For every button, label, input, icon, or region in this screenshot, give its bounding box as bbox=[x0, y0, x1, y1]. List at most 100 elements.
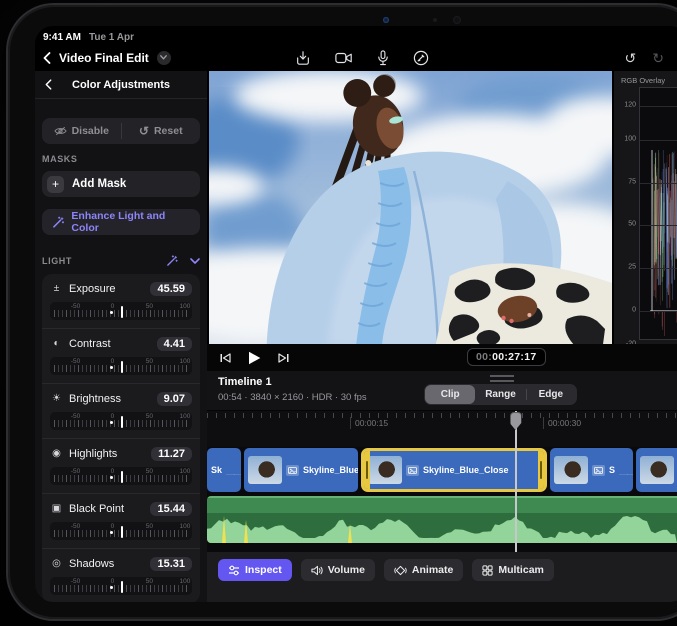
speaker-icon bbox=[311, 565, 323, 576]
audio-clip[interactable] bbox=[207, 496, 677, 543]
adjustment-icon: ◐ bbox=[50, 338, 63, 349]
scope-axis-value: 100 bbox=[624, 136, 636, 143]
adjustment-name: Shadows bbox=[69, 558, 114, 570]
timeline-clip[interactable]: Sk ＿＿ bbox=[207, 448, 241, 492]
rgb-overlay-scope: RGB Overlay 1201007550250-20 bbox=[612, 71, 677, 344]
slider-scale-label: 0 bbox=[111, 468, 115, 475]
slider-scale-label: 100 bbox=[179, 303, 190, 310]
image-icon bbox=[406, 465, 419, 476]
adjustment-slider[interactable]: -50050100 bbox=[50, 467, 192, 485]
panel-back-chevron-icon[interactable] bbox=[45, 79, 52, 90]
adjustment-value[interactable]: 45.59 bbox=[150, 282, 192, 296]
mode-edge[interactable]: Edge bbox=[526, 385, 576, 404]
adjustment-icon: ☀ bbox=[50, 393, 63, 404]
adjustment-slider[interactable]: -50050100 bbox=[50, 412, 192, 430]
volume-button[interactable]: Volume bbox=[301, 559, 375, 581]
slider-scale-label: 100 bbox=[179, 358, 190, 365]
project-menu-button[interactable] bbox=[157, 51, 171, 65]
trim-handle-left[interactable] bbox=[364, 451, 370, 489]
slider-scale-label: 100 bbox=[179, 578, 190, 585]
timeline-meta: 00:54 · 3840 × 2160 · HDR · 30 fps bbox=[218, 392, 367, 403]
timeline-clip[interactable] bbox=[636, 448, 677, 492]
trim-handle-right[interactable] bbox=[538, 451, 544, 489]
slider-scale-label: 50 bbox=[146, 358, 153, 365]
pencil-tool-icon[interactable] bbox=[413, 50, 429, 66]
mode-clip[interactable]: Clip bbox=[425, 385, 475, 404]
adjustment-slider[interactable]: -50050100 bbox=[50, 522, 192, 540]
timeline-clip[interactable]: Skyline_Blue_Wide bbox=[244, 448, 358, 492]
clip-thumbnail bbox=[248, 456, 282, 484]
slider-marker bbox=[121, 416, 123, 428]
import-icon[interactable] bbox=[295, 50, 311, 66]
slider-scale-label: 100 bbox=[179, 523, 190, 530]
redo-icon[interactable]: ↻ bbox=[652, 51, 664, 65]
front-camera bbox=[383, 17, 389, 23]
scope-gridline bbox=[640, 106, 677, 107]
timeline-toolbar: Inspect Volume Animate bbox=[207, 552, 677, 602]
undo-icon[interactable]: ↺ bbox=[625, 51, 637, 65]
adjustment-name: Black Point bbox=[69, 503, 124, 515]
adjustment-value[interactable]: 11.27 bbox=[151, 447, 192, 461]
collapse-chevron-icon[interactable] bbox=[190, 258, 200, 264]
timeline-header: Timeline 1 00:54 · 3840 × 2160 · HDR · 3… bbox=[207, 371, 677, 411]
adjustment-slider[interactable]: -50050100 bbox=[50, 302, 192, 320]
multicam-label: Multicam bbox=[498, 564, 544, 576]
slider-scale-label: 0 bbox=[111, 413, 115, 420]
timeline-resize-handle[interactable] bbox=[490, 375, 514, 382]
slider-scale-label: -50 bbox=[71, 413, 80, 420]
adjustment-value[interactable]: 4.41 bbox=[157, 337, 192, 351]
clip-thumbnail bbox=[554, 456, 588, 484]
panel-title: Color Adjustments bbox=[35, 79, 207, 91]
light-section-label: LIGHT bbox=[42, 256, 72, 266]
adjustment-slider-row: ☀ Brightness 9.07 -50050100 bbox=[42, 383, 200, 438]
scope-axis-value: 75 bbox=[628, 178, 636, 185]
timeline-clip[interactable]: S ＿＿ bbox=[550, 448, 633, 492]
timecode-value: 00:27:17 bbox=[492, 351, 536, 363]
slider-scale-label: 100 bbox=[179, 468, 190, 475]
audio-track bbox=[207, 494, 677, 552]
timeline-ruler[interactable]: 00:00:1500:00:30 bbox=[207, 411, 677, 447]
slider-scale-label: 50 bbox=[146, 413, 153, 420]
adjustment-value[interactable]: 15.31 bbox=[150, 557, 192, 571]
video-preview[interactable] bbox=[207, 71, 612, 344]
adjustment-value[interactable]: 15.44 bbox=[150, 502, 192, 516]
clip-label-truncated: ＿＿ bbox=[226, 464, 241, 477]
screen: 9:41 AM Tue 1 Apr Video Final Edit bbox=[35, 26, 677, 602]
reset-button[interactable]: ↺ Reset bbox=[122, 118, 201, 144]
adjustment-value[interactable]: 9.07 bbox=[157, 392, 192, 406]
microphone-icon[interactable] bbox=[377, 50, 389, 66]
auto-enhance-icon[interactable] bbox=[166, 255, 178, 267]
clip-label: Sk bbox=[211, 465, 222, 475]
light-sliders-card: ± Exposure 45.59 -50050100 ◐ Contrast 4.… bbox=[42, 274, 200, 602]
slider-scale-label: 50 bbox=[146, 303, 153, 310]
slider-origin-dot bbox=[110, 476, 113, 479]
multicam-button[interactable]: Multicam bbox=[472, 559, 554, 581]
mode-range[interactable]: Range bbox=[475, 385, 525, 404]
disable-button[interactable]: Disable bbox=[42, 118, 121, 144]
reset-icon: ↺ bbox=[139, 125, 149, 137]
adjustment-slider[interactable]: -50050100 bbox=[50, 357, 192, 375]
skip-forward-button[interactable] bbox=[278, 353, 289, 363]
enhance-light-color-button[interactable]: Enhance Light and Color bbox=[42, 209, 200, 235]
ruler-timecode-label: 00:00:15 bbox=[350, 417, 388, 429]
play-button[interactable] bbox=[248, 351, 261, 365]
clock: 9:41 AM bbox=[43, 32, 81, 43]
animate-label: Animate bbox=[412, 564, 453, 576]
preview-frame-art bbox=[209, 71, 612, 344]
animate-button[interactable]: Animate bbox=[384, 559, 463, 581]
slider-origin-dot bbox=[110, 531, 113, 534]
add-mask-button[interactable]: + Add Mask bbox=[42, 171, 200, 197]
adjustment-slider[interactable]: -50050100 bbox=[50, 577, 192, 595]
scope-axis-value: 120 bbox=[624, 102, 636, 109]
timeline-clip[interactable]: Skyline_Blue_Close bbox=[361, 448, 547, 492]
back-chevron-icon[interactable] bbox=[43, 52, 51, 64]
skip-back-button[interactable] bbox=[220, 353, 231, 363]
slider-scale-label: -50 bbox=[71, 303, 80, 310]
slider-origin-dot bbox=[110, 311, 113, 314]
light-section-header: LIGHT bbox=[42, 253, 200, 268]
audio-waveform bbox=[207, 513, 677, 543]
adjustment-name: Contrast bbox=[69, 338, 111, 350]
project-title[interactable]: Video Final Edit bbox=[59, 51, 149, 65]
record-camera-icon[interactable] bbox=[335, 51, 353, 65]
inspect-button[interactable]: Inspect bbox=[218, 559, 292, 581]
